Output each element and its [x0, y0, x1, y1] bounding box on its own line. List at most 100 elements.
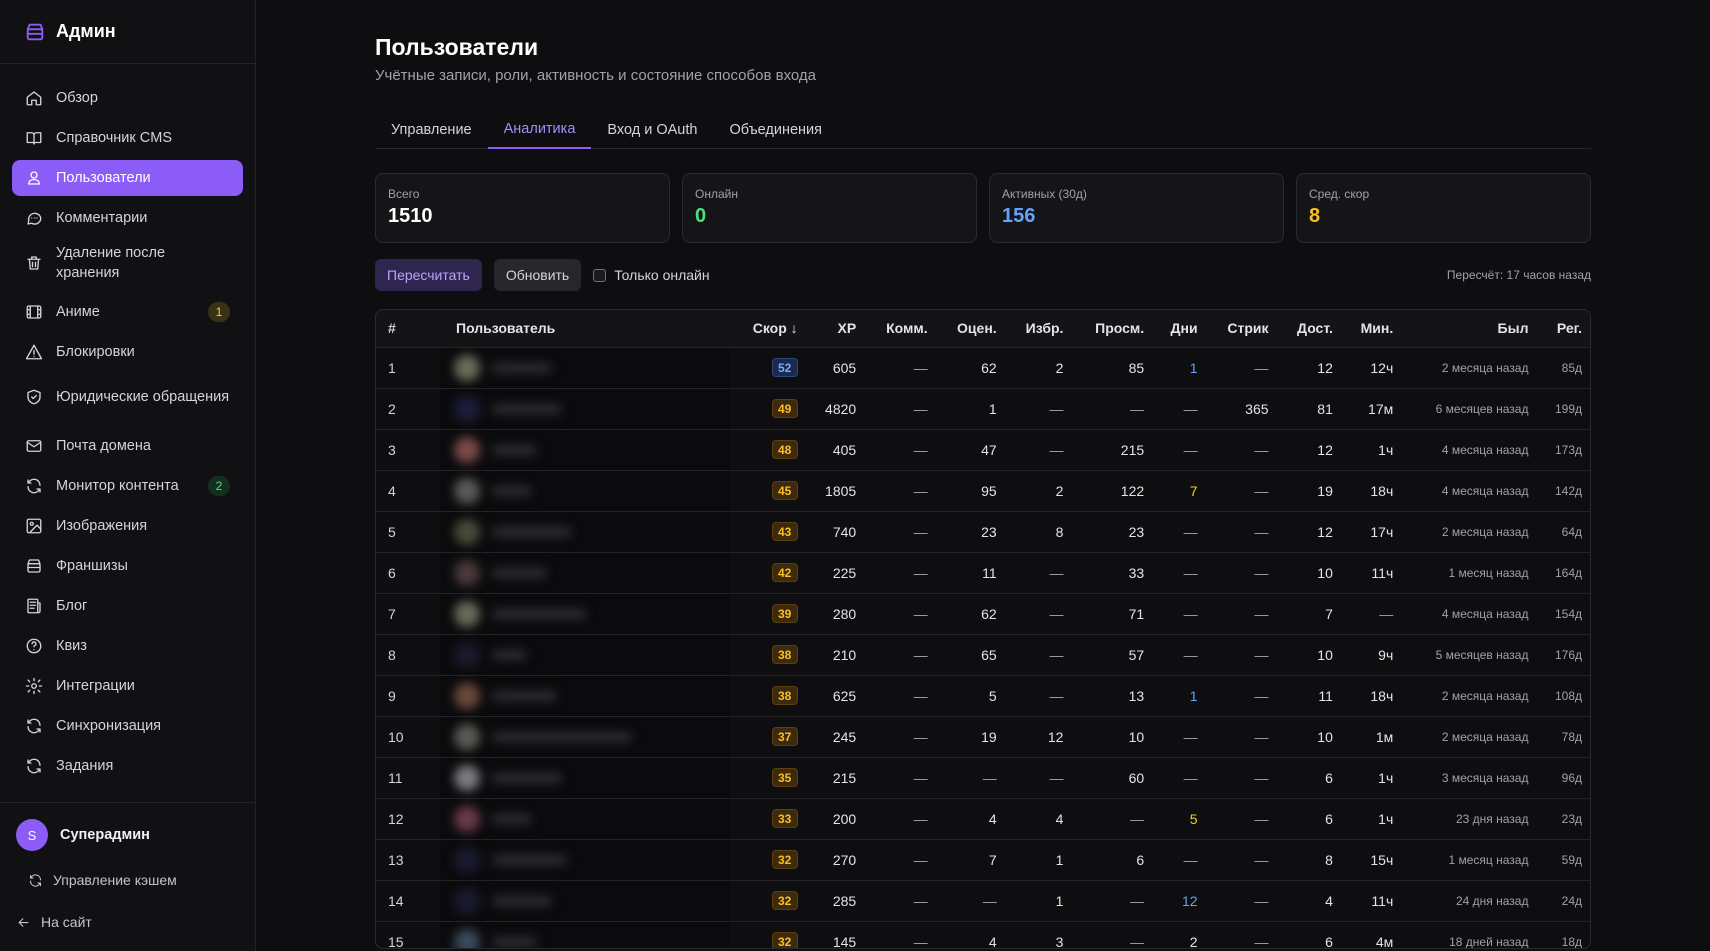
brand[interactable]: Админ	[0, 0, 255, 64]
user-cell[interactable]	[440, 920, 730, 948]
cell-views: 57	[1071, 633, 1153, 675]
cell-comm: —	[864, 838, 936, 880]
user-avatar	[454, 846, 480, 873]
cell-rate: 1	[935, 387, 1005, 429]
recalculate-button[interactable]: Пересчитать	[375, 259, 482, 291]
user-cell[interactable]	[440, 469, 730, 511]
table-row[interactable]: 7 39 280—62—71— —7—4 месяца назад 154д	[376, 592, 1590, 634]
score-badge: 52	[771, 358, 798, 377]
sidebar-item-4[interactable]: Комментарии	[12, 200, 243, 236]
online-only-toggle[interactable]: Только онлайн	[593, 267, 710, 283]
online-only-label: Только онлайн	[614, 267, 710, 283]
refresh-button[interactable]: Обновить	[493, 259, 582, 291]
sidebar-item-11[interactable]: Изображения	[12, 508, 243, 544]
table-row[interactable]: 14 32 285— —1—12—4 11ч 24 дня назад 24д	[376, 879, 1590, 921]
cell-streak: —	[1205, 715, 1277, 757]
sidebar-item-15[interactable]: Интеграции	[12, 668, 243, 704]
cell-comm: —	[864, 674, 936, 716]
table-row[interactable]: 4 45 1805—95 2 122 7—19 18ч 4 месяца назад 142д	[376, 469, 1590, 511]
user-avatar	[454, 928, 480, 948]
sidebar-item-16[interactable]: Синхронизация	[12, 708, 243, 744]
table-row[interactable]: 2 49 4820—1— — —365 81 17м 6 месяцев назад 199д	[376, 387, 1590, 429]
table-row[interactable]: 11 35 215— — —60— —6 1ч 3 месяца назад 96д	[376, 756, 1590, 798]
tab-2[interactable]: Аналитика	[487, 111, 592, 149]
user-cell[interactable]	[440, 633, 730, 675]
sidebar-item-13[interactable]: Блог	[12, 588, 243, 624]
cell-streak: —	[1205, 469, 1277, 511]
col-score-header[interactable]: Скор ↓	[730, 310, 806, 347]
tab-1[interactable]: Управление	[375, 111, 488, 149]
cell-xp: 405	[805, 428, 865, 470]
sidebar-item-5[interactable]: Удаление после хранения	[12, 240, 243, 286]
cell-reg: 142д	[1536, 469, 1590, 511]
cell-last: 6 месяцев назад	[1401, 387, 1537, 429]
user-name-redacted	[492, 485, 532, 496]
table-row[interactable]: 15 32 145—4 3—2—6 4м 18 дней назад 18д	[376, 920, 1590, 948]
user-cell[interactable]	[440, 756, 730, 798]
cell-views: 215	[1071, 428, 1153, 470]
cell-last: 18 дней назад	[1401, 920, 1537, 948]
sidebar-item-label: Квиз	[56, 638, 87, 654]
sidebar-item-17[interactable]: Задания	[12, 748, 243, 784]
current-user[interactable]: S Суперадмин	[16, 819, 239, 851]
user-cell[interactable]	[440, 551, 730, 593]
sidebar-item-1[interactable]: Обзор	[12, 80, 243, 116]
table-row[interactable]: 3 48 405—47—215— —12 1ч 4 месяца назад 173д	[376, 428, 1590, 470]
table-row[interactable]: 8 38 210—65—57— —10 9ч 5 месяцев назад 176д	[376, 633, 1590, 675]
sidebar-item-8[interactable]: Юридические обращения	[12, 374, 243, 420]
sidebar-item-3[interactable]: Пользователи	[12, 160, 243, 196]
online-only-checkbox[interactable]	[593, 268, 607, 282]
cell-reg: 164д	[1536, 551, 1590, 593]
user-cell[interactable]	[440, 387, 730, 429]
user-cell[interactable]	[440, 674, 730, 716]
cell-last: 3 месяца назад	[1401, 756, 1537, 798]
user-cell[interactable]	[440, 428, 730, 470]
cell-min: 1ч	[1340, 756, 1402, 798]
table-row[interactable]: 12 33 200—4 4—5—6 1ч 23 дня назад 23д	[376, 797, 1590, 839]
newspaper-icon	[25, 597, 43, 615]
sidebar-item-7[interactable]: Блокировки	[12, 334, 243, 370]
user-avatar	[454, 477, 480, 504]
cell-views: 33	[1071, 551, 1153, 593]
table-row[interactable]: 6 42 225—11—33— —10 11ч 1 месяц назад 164д	[376, 551, 1590, 593]
stat-value: 1510	[388, 205, 433, 227]
table-body: 1 52 605—62 2 85 1—12 12ч 2 месяца назад 85д 2 49 4…	[376, 346, 1590, 948]
user-cell[interactable]	[440, 838, 730, 880]
score-cell: 48	[730, 428, 806, 470]
cell-reg: 108д	[1536, 674, 1590, 716]
sidebar-item-12[interactable]: Франшизы	[12, 548, 243, 584]
sidebar-item-14[interactable]: Квиз	[12, 628, 243, 664]
table-row[interactable]: 1 52 605—62 2 85 1—12 12ч 2 месяца назад 85д	[376, 346, 1590, 388]
sidebar-item-9[interactable]: Почта домена	[12, 428, 243, 464]
sidebar-item-label: Справочник CMS	[56, 130, 172, 146]
sidebar-item-10[interactable]: Монитор контента 2	[12, 468, 243, 504]
sidebar-item-label: Пользователи	[56, 170, 151, 186]
cell-streak: —	[1205, 592, 1277, 634]
cell-min: 4м	[1340, 920, 1402, 948]
cell-last: 2 месяца назад	[1401, 715, 1537, 757]
table-row[interactable]: 5 43 740—23 8 23— —12 17ч 2 месяца назад 64д	[376, 510, 1590, 552]
cache-management-link[interactable]: Управление кэшем	[16, 865, 239, 895]
tab-4[interactable]: Объединения	[713, 111, 838, 149]
col-achievements-header: Дост.	[1276, 310, 1341, 347]
user-cell[interactable]	[440, 879, 730, 921]
user-cell[interactable]	[440, 510, 730, 552]
user-name-redacted	[492, 690, 557, 701]
cell-streak: —	[1205, 756, 1277, 798]
user-cell[interactable]	[440, 346, 730, 388]
score-badge: 33	[771, 809, 798, 828]
table-row[interactable]: 10 37 245—19 12 10— —10 1м 2 месяца назад 78д	[376, 715, 1590, 757]
tab-3[interactable]: Вход и OAuth	[591, 111, 713, 149]
user-cell[interactable]	[440, 592, 730, 634]
back-to-site-link[interactable]: На сайт	[16, 907, 239, 937]
sidebar-item-2[interactable]: Справочник CMS	[12, 120, 243, 156]
sidebar-item-label: Аниме	[56, 304, 100, 320]
user-cell[interactable]	[440, 797, 730, 839]
cell-xp: 210	[805, 633, 865, 675]
user-cell[interactable]	[440, 715, 730, 757]
table-row[interactable]: 13 32 270—7 1 6— —8 15ч 1 месяц назад 59д	[376, 838, 1590, 880]
table-row[interactable]: 9 38 625—5—13 1—11 18ч 2 месяца назад 108д	[376, 674, 1590, 716]
sidebar-item-6[interactable]: Аниме 1	[12, 294, 243, 330]
blurred-user	[440, 846, 730, 873]
recalc-timestamp: Пересчёт: 17 часов назад	[1446, 268, 1591, 282]
